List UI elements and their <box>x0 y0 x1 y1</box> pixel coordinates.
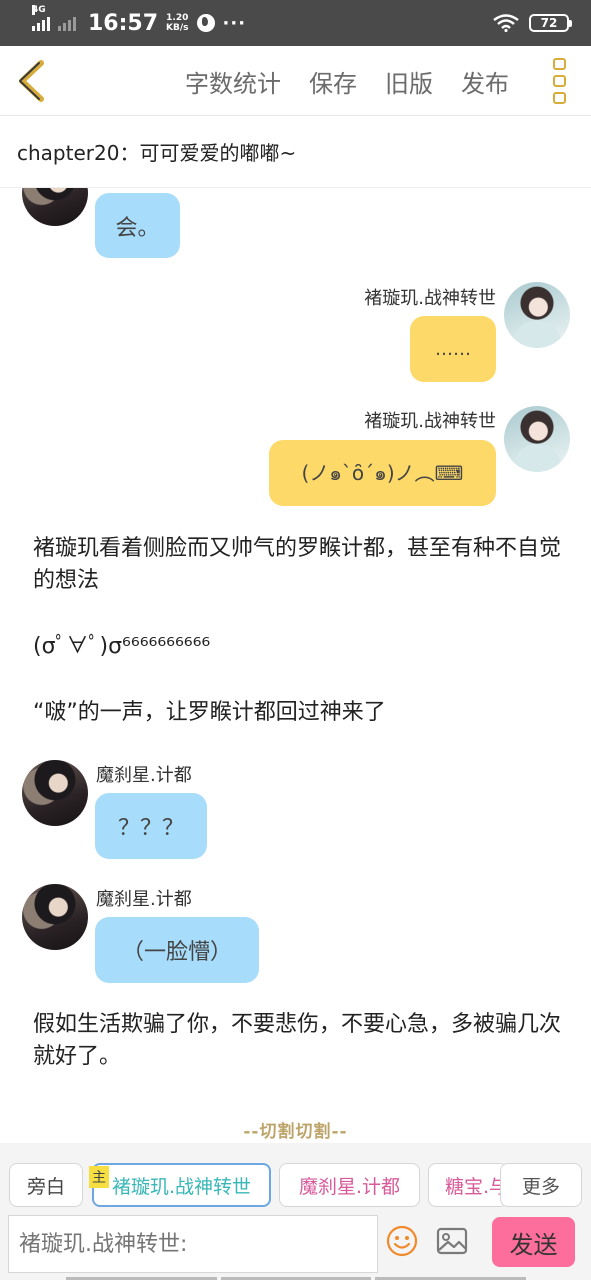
message-bubble[interactable]: ？？？ <box>95 793 207 859</box>
emoji-icon[interactable] <box>386 1225 418 1257</box>
speaker-name: 褚璇玑.战神转世 <box>364 411 496 432</box>
message-bubble[interactable]: (ノ๑`ȏ´๑)ノ︵⌨ <box>269 440 496 506</box>
composer-panel: 旁白 褚璇玑.战神转世 魔刹星.计都 糖宝.与 更多 主 发送 <box>0 1143 591 1280</box>
cut-divider: --切割切割-- <box>243 1122 348 1142</box>
narration-text[interactable]: “啵”的一声，让罗睺计都回过神来了 <box>33 697 563 729</box>
editor-toolbar: 字数统计 保存 旧版 发布 <box>0 46 591 116</box>
input-row: 发送 <box>0 1213 591 1277</box>
avatar[interactable] <box>504 406 570 472</box>
image-icon[interactable] <box>436 1227 468 1255</box>
old-version-button[interactable]: 旧版 <box>385 64 433 99</box>
battery-level: 72 <box>540 16 558 30</box>
speaker-name: 褚璇玑.战神转世 <box>364 288 496 309</box>
speaker-name: 魔刹星.计都 <box>96 889 192 910</box>
signal-icon: 4G <box>32 5 50 31</box>
battery-icon: 72 <box>529 14 572 32</box>
narration-text[interactable]: 假如生活欺骗了你，不要悲伤，不要心急，多被骗几次就好了。 <box>33 1009 563 1073</box>
narration-text[interactable]: 褚璇玑看着侧脸而又帅气的罗睺计都，甚至有种不自觉的想法 <box>33 533 563 597</box>
avatar[interactable] <box>504 282 570 348</box>
role-label: 糖宝.与 <box>445 1175 508 1198</box>
signal-icon-secondary <box>58 15 76 31</box>
role-label: 褚璇玑.战神转世 <box>111 1175 252 1198</box>
avatar[interactable] <box>22 884 88 950</box>
avatar[interactable] <box>22 188 88 226</box>
speed-value: 1.20 <box>166 13 189 23</box>
narration-text[interactable]: (σﾟ∀ﾟ)σ⁶⁶⁶⁶⁶⁶⁶⁶⁶⁶ <box>33 631 563 663</box>
globe-icon <box>196 14 215 32</box>
main-role-tag: 主 <box>89 1166 109 1188</box>
chat-area[interactable]: 会。 褚璇玑.战神转世 …… 褚璇玑.战神转世 (ノ๑`ȏ´๑)ノ︵⌨ 褚璇玑看… <box>0 188 591 1143</box>
avatar[interactable] <box>22 760 88 826</box>
publish-button[interactable]: 发布 <box>461 64 509 99</box>
word-count-button[interactable]: 字数统计 <box>185 64 281 99</box>
more-notifications: ··· <box>222 12 247 34</box>
role-label: 旁白 <box>26 1175 65 1198</box>
more-label: 更多 <box>521 1175 560 1198</box>
chapter-title[interactable]: chapter20：可可爱爱的嘟嘟~ <box>0 116 591 188</box>
message-bubble[interactable]: 会。 <box>95 193 180 258</box>
role-narrator[interactable]: 旁白 <box>9 1163 83 1207</box>
message-bubble[interactable]: …… <box>410 316 496 382</box>
clock: 16:57 <box>88 10 159 36</box>
message-input[interactable] <box>8 1215 378 1273</box>
menu-icon[interactable] <box>553 58 567 104</box>
send-button[interactable]: 发送 <box>492 1217 575 1267</box>
message-bubble[interactable]: （一脸懵） <box>95 917 259 983</box>
speaker-name: 魔刹星.计都 <box>96 765 192 786</box>
more-roles-button[interactable]: 更多 <box>500 1163 582 1207</box>
speed-unit: KB/s <box>166 23 189 33</box>
role-label: 魔刹星.计都 <box>298 1175 401 1198</box>
wifi-icon <box>493 14 519 32</box>
back-arrow-icon[interactable] <box>14 58 54 104</box>
status-bar: 4G 16:57 1.20 KB/s ··· 72 <box>0 0 591 46</box>
role-chu-xuanji[interactable]: 褚璇玑.战神转世 <box>92 1163 271 1207</box>
role-mo-chaxing[interactable]: 魔刹星.计都 <box>279 1163 420 1207</box>
network-speed: 1.20 KB/s <box>166 13 188 33</box>
network-type: 4G <box>32 5 46 15</box>
role-tang-bao[interactable]: 糖宝.与 <box>428 1163 508 1207</box>
save-button[interactable]: 保存 <box>309 64 357 99</box>
